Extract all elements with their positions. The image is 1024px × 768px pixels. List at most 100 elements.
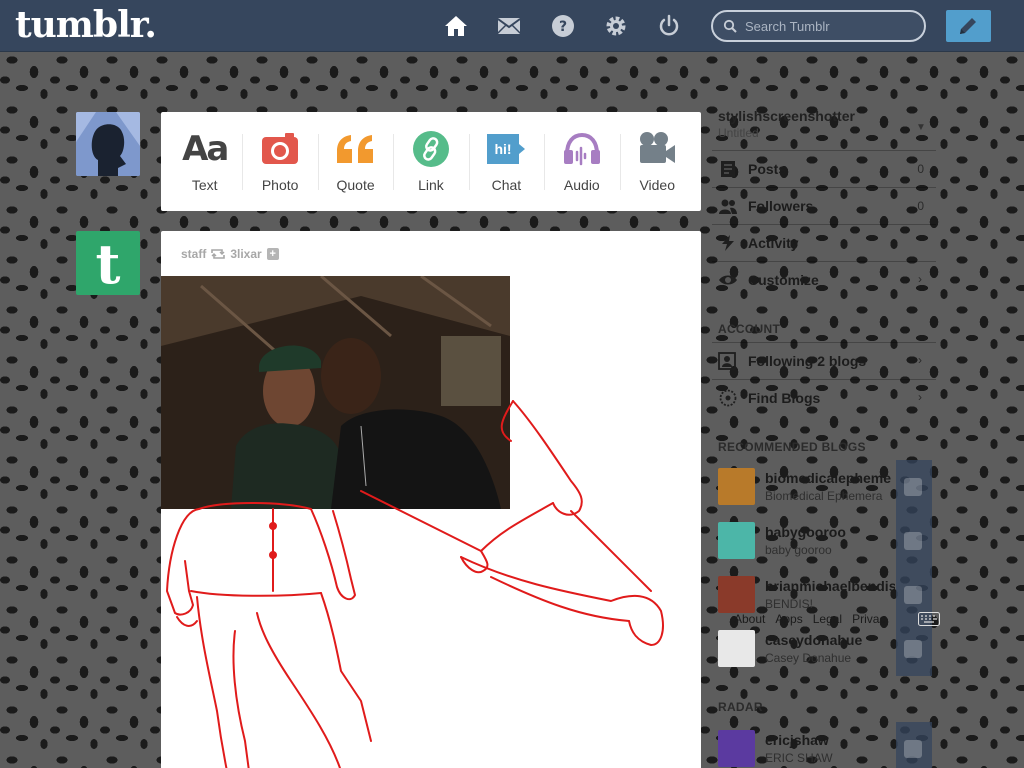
blog-avatar [718, 468, 755, 505]
blog-name: caseydonahue [765, 632, 863, 648]
sidebar-item-label: Posts [748, 161, 787, 177]
follow-button[interactable] [896, 722, 932, 768]
posts-count: 0 [917, 162, 924, 176]
power-logout-icon[interactable] [657, 14, 681, 38]
quote-icon [336, 135, 373, 163]
keyboard-icon[interactable] [918, 612, 940, 626]
text-icon: Aa [182, 129, 229, 169]
footer-link-about[interactable]: About [734, 612, 765, 626]
camera-icon [262, 133, 299, 164]
blog-name: babygooroo [765, 524, 846, 540]
blog-avatar [718, 522, 755, 559]
sidebar-item-label: Followers [748, 198, 814, 214]
follow-button[interactable] [896, 514, 932, 568]
footer-link-apps[interactable]: Apps [775, 612, 802, 626]
right-sidebar: stylishscreenshotter Untitled ▼ Posts 0 … [712, 100, 940, 768]
user-avatar[interactable] [76, 112, 140, 176]
following-icon [718, 352, 736, 370]
footer-link-privacy[interactable]: Privac [852, 612, 885, 626]
post-type-audio[interactable]: Audio [544, 112, 619, 211]
compose-button[interactable] [946, 10, 991, 42]
reblog-icon [211, 249, 226, 259]
recommended-heading: RECOMMENDED BLOGS [718, 440, 866, 454]
post-type-label: Quote [336, 177, 375, 193]
blog-subtitle: ERIC SHAW [765, 751, 833, 765]
pencil-icon [960, 18, 976, 34]
sidebar-item-label: Find Blogs [748, 390, 821, 406]
follow-icon [904, 586, 922, 604]
reblog-source-link[interactable]: 3lixar [230, 247, 261, 261]
footer-links: About Apps Legal Privac [734, 612, 885, 626]
eye-icon [719, 275, 737, 285]
staff-avatar[interactable]: t [76, 231, 140, 296]
svg-text:?: ? [559, 19, 567, 35]
blog-subtitle: baby gooroo [765, 543, 832, 557]
post-header: staff 3lixar + [181, 247, 279, 261]
post-type-video[interactable]: Video [619, 112, 695, 211]
chat-bubble-icon: hi! [487, 134, 526, 164]
svg-text:hi!: hi! [495, 141, 512, 157]
post-type-text[interactable]: Aa Text [167, 112, 242, 211]
search-icon [723, 19, 737, 33]
help-icon[interactable]: ? [551, 14, 575, 38]
sidebar-item-activity[interactable]: Activity [712, 224, 936, 260]
recommended-blog[interactable]: biomedicalepheme Biomedical Ephemera [718, 460, 932, 514]
sidebar-item-posts[interactable]: Posts 0 [712, 150, 936, 186]
followers-count: 0 [917, 199, 924, 213]
sidebar-item-label: Following 2 blogs [748, 353, 867, 369]
blog-avatar [718, 576, 755, 613]
blog-avatar [718, 630, 755, 667]
sidebar-item-find-blogs[interactable]: Find Blogs › [712, 379, 936, 415]
post-type-photo[interactable]: Photo [242, 112, 317, 211]
blog-title: Untitled [718, 126, 759, 140]
post-type-link[interactable]: Link [393, 112, 468, 211]
tumblr-t-icon: t [96, 232, 121, 296]
recommended-blog[interactable]: caseydonahue Casey Donahue [718, 622, 932, 676]
search-box[interactable] [711, 10, 926, 42]
tumblr-logo[interactable]: tumblr. [15, 4, 157, 46]
recommended-blog[interactable]: babygooroo baby gooroo [718, 514, 932, 568]
blog-subtitle: Biomedical Ephemera [765, 489, 883, 503]
post-type-label: Link [418, 177, 444, 193]
post-author-link[interactable]: staff [181, 247, 206, 261]
followers-icon [719, 199, 737, 214]
video-camera-icon [640, 132, 676, 163]
post-type-quote[interactable]: Quote [317, 112, 393, 211]
blog-name[interactable]: stylishscreenshotter [718, 108, 855, 124]
post-type-bar: Aa Text Photo Quote Link hi! Chat Audio … [161, 112, 701, 211]
blog-name: ericjshaw [765, 732, 829, 748]
compass-icon [719, 389, 737, 407]
posts-icon [721, 161, 735, 177]
link-icon [412, 131, 449, 167]
blog-name: biomedicalepheme [765, 470, 892, 486]
radar-blog[interactable]: ericjshaw ERIC SHAW [718, 722, 932, 768]
recommended-blog[interactable]: brianmichaelbendis BENDIS! [718, 568, 932, 622]
blog-subtitle: BENDIS! [765, 597, 814, 611]
blog-subtitle: Casey Donahue [765, 651, 852, 665]
post-type-label: Audio [563, 177, 600, 193]
sidebar-item-following[interactable]: Following 2 blogs › [712, 342, 936, 378]
chevron-down-icon[interactable]: ▼ [916, 122, 926, 133]
follow-icon [904, 478, 922, 496]
chevron-right-icon: › [918, 353, 922, 367]
follow-button[interactable] [896, 622, 932, 676]
silhouette-icon [76, 112, 140, 176]
sidebar-item-customize[interactable]: Customize › [712, 261, 936, 297]
blog-avatar [718, 730, 755, 767]
home-icon[interactable] [444, 14, 468, 38]
red-line-drawing [166, 400, 664, 768]
post-type-label: Video [639, 177, 676, 193]
inbox-icon[interactable] [497, 14, 521, 38]
follow-icon [904, 640, 922, 658]
follow-plus-icon[interactable]: + [266, 248, 279, 260]
lightning-icon [722, 235, 734, 251]
post-type-label: Chat [491, 177, 522, 193]
follow-button[interactable] [896, 460, 932, 514]
post-type-chat[interactable]: hi! Chat [468, 112, 544, 211]
follow-icon [904, 532, 922, 550]
chevron-right-icon: › [918, 390, 922, 404]
sidebar-item-followers[interactable]: Followers 0 [712, 187, 936, 223]
search-input[interactable] [745, 17, 915, 35]
settings-gear-icon[interactable] [604, 14, 628, 38]
footer-link-legal[interactable]: Legal [813, 612, 842, 626]
